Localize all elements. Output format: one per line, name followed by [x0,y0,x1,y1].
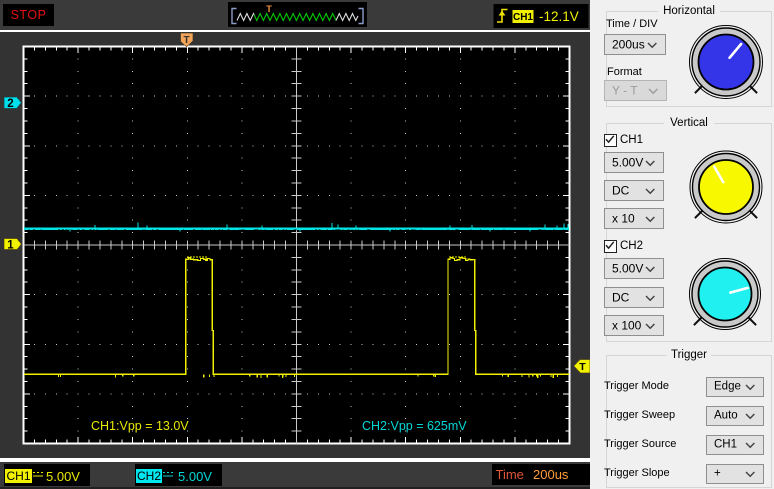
svg-text:T: T [579,361,586,373]
svg-text:CH1:Vpp = 13.0V: CH1:Vpp = 13.0V [91,419,189,433]
svg-text:1: 1 [7,239,14,251]
svg-text:CH2:Vpp = 625mV: CH2:Vpp = 625mV [362,419,467,433]
svg-text:-12.1V: -12.1V [539,9,579,24]
svg-text:T: T [266,4,272,15]
svg-text:2: 2 [7,98,13,110]
svg-text:CH1: CH1 [513,12,533,23]
svg-text:T: T [183,35,189,46]
